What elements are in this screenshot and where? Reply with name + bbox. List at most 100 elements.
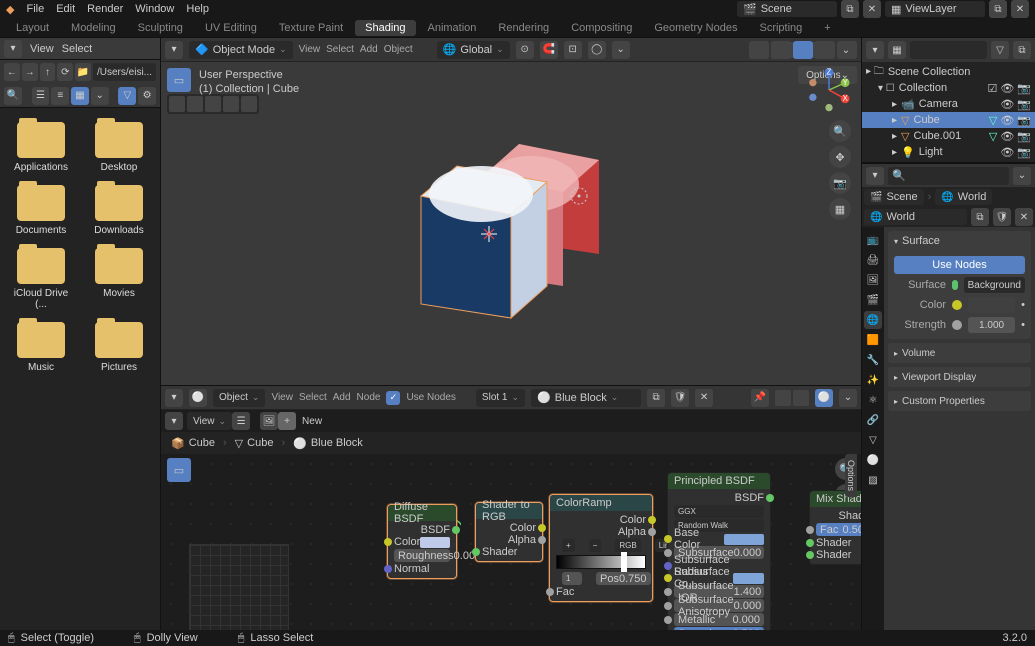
sel-mode-5-icon[interactable]: [241, 96, 257, 112]
ne-editor-type-icon[interactable]: ▾: [165, 389, 183, 407]
prop-tab-data-icon[interactable]: ▽: [864, 431, 882, 449]
outliner-item[interactable]: ▸ ▽ Cube▽👁📷: [862, 112, 1035, 128]
material-slot-icon[interactable]: ▽: [989, 130, 997, 143]
ne-new-label[interactable]: New: [296, 416, 328, 427]
snap-icon[interactable]: 🧲: [540, 41, 558, 59]
vp-zoom-icon[interactable]: 🔍: [829, 120, 851, 142]
strength-link-icon[interactable]: •: [1021, 319, 1025, 331]
filter-icon[interactable]: ▽: [118, 87, 136, 105]
prop-tab-constraint-icon[interactable]: 🔗: [864, 411, 882, 429]
prop-tab-world-icon[interactable]: 🌐: [864, 311, 882, 329]
outliner-item[interactable]: ▸ 📹 Camera👁📷: [862, 96, 1035, 112]
nav-gizmo-icon[interactable]: Z Y X: [807, 68, 851, 112]
surface-shader-select[interactable]: Background: [964, 277, 1025, 293]
prop-tab-viewlayer-icon[interactable]: 🖼: [864, 271, 882, 289]
panel-custom-properties[interactable]: Custom Properties: [888, 391, 1031, 411]
menu-window[interactable]: Window: [135, 3, 174, 15]
bc-data[interactable]: ▽ Cube: [235, 437, 274, 450]
shader-node-editor[interactable]: ▾ ⚪ Object View Select Add Node ✓ Use No…: [161, 386, 861, 630]
filter-settings-icon[interactable]: ⚙: [138, 87, 156, 105]
color-link-icon[interactable]: •: [1021, 299, 1025, 311]
prop-tab-output-icon[interactable]: 🖨: [864, 251, 882, 269]
vp-editor-type-icon[interactable]: ▾: [165, 41, 183, 59]
ol-display-mode-icon[interactable]: ▦: [888, 41, 906, 59]
prop-tab-modifier-icon[interactable]: 🔧: [864, 351, 882, 369]
prop-options-icon[interactable]: ⌄: [1013, 167, 1031, 185]
panel-viewport-display[interactable]: Viewport Display: [888, 367, 1031, 387]
node-header[interactable]: Principled BSDF: [668, 473, 770, 489]
folder-item[interactable]: iCloud Drive (...: [4, 244, 78, 314]
tab-sculpting[interactable]: Sculpting: [128, 20, 193, 36]
mat-unlink-icon[interactable]: ✕: [695, 389, 713, 407]
shading-render-icon[interactable]: [815, 41, 835, 59]
folder-item[interactable]: Applications: [4, 118, 78, 177]
scene-selector[interactable]: 🎬Scene: [737, 1, 837, 17]
shading-wire-icon[interactable]: [749, 41, 769, 59]
fb-menu-select[interactable]: Select: [62, 43, 93, 55]
item-hide-icon[interactable]: 👁: [1000, 114, 1014, 127]
vp-move-icon[interactable]: ✥: [829, 146, 851, 168]
node-value-field[interactable]: Specular0.500: [674, 627, 764, 630]
tab-add-icon[interactable]: +: [814, 20, 840, 36]
tab-layout[interactable]: Layout: [6, 20, 59, 36]
viewlayer-new-icon[interactable]: ⧉: [989, 0, 1007, 18]
material-slot-icon[interactable]: ▽: [989, 114, 997, 127]
node-shader-to-rgb[interactable]: Shader to RGB Color Alpha Shader: [475, 502, 543, 562]
use-nodes-checkbox[interactable]: ✓: [386, 391, 400, 405]
data-type-selector[interactable]: Object: [213, 389, 265, 407]
prop-editor-type-icon[interactable]: ▾: [866, 167, 884, 185]
prop-tab-material-icon[interactable]: ⚪: [864, 451, 882, 469]
outliner-search-input[interactable]: [910, 41, 987, 59]
sel-mode-4-icon[interactable]: [223, 96, 239, 112]
world-browse-icon[interactable]: ⧉: [971, 208, 989, 226]
menu-edit[interactable]: Edit: [56, 3, 75, 15]
nav-up-icon[interactable]: ↑: [40, 63, 56, 81]
sel-mode-1-icon[interactable]: [169, 96, 185, 112]
tab-rendering[interactable]: Rendering: [488, 20, 559, 36]
ol-editor-type-icon[interactable]: ▾: [866, 41, 884, 59]
item-render-icon[interactable]: 📷: [1017, 146, 1031, 159]
nav-refresh-icon[interactable]: ⟳: [57, 63, 73, 81]
outliner-scene-collection[interactable]: ▸ 🗀 Scene Collection: [862, 64, 1035, 80]
outliner-collection[interactable]: ▾ ☐ Collection ☑👁📷: [862, 80, 1035, 96]
tab-texture-paint[interactable]: Texture Paint: [269, 20, 353, 36]
display-thumb-icon[interactable]: ▦: [71, 87, 89, 105]
tab-modeling[interactable]: Modeling: [61, 20, 126, 36]
shading-solid-icon[interactable]: [771, 41, 791, 59]
prop-tab-physics-icon[interactable]: ⚛: [864, 391, 882, 409]
colorramp-gradient[interactable]: [556, 555, 646, 569]
mat-browse-icon[interactable]: ⧉: [647, 389, 665, 407]
world-color-swatch[interactable]: [968, 297, 1015, 313]
orientation-selector[interactable]: 🌐Global: [437, 41, 510, 59]
node-header[interactable]: Shader to RGB: [476, 503, 542, 519]
node-header[interactable]: Diffuse BSDF: [388, 505, 456, 521]
vp-menu-object[interactable]: Object: [384, 44, 413, 55]
tab-compositing[interactable]: Compositing: [561, 20, 642, 36]
outliner-item[interactable]: ▸ 💡 Light👁📷: [862, 144, 1035, 160]
node-header[interactable]: ColorRamp: [550, 495, 652, 511]
use-nodes-button[interactable]: Use Nodes: [894, 256, 1025, 274]
folder-item[interactable]: Movies: [82, 244, 156, 314]
pivot-icon[interactable]: ⊙: [516, 41, 534, 59]
bc-material[interactable]: ⚪ Blue Block: [293, 437, 363, 450]
ne-snap-tgt-icon[interactable]: [793, 390, 809, 406]
nav-back-icon[interactable]: ←: [4, 63, 20, 81]
ol-new-collection-icon[interactable]: ⧉: [1013, 41, 1031, 59]
folder-item[interactable]: Desktop: [82, 118, 156, 177]
shading-material-icon[interactable]: [793, 41, 813, 59]
world-selector[interactable]: 🌐 World: [864, 209, 967, 225]
material-selector[interactable]: ⚪Blue Block: [531, 389, 641, 407]
prop-tab-object-icon[interactable]: 🟧: [864, 331, 882, 349]
folder-item[interactable]: Pictures: [82, 318, 156, 377]
prop-tab-particles-icon[interactable]: ✨: [864, 371, 882, 389]
vp-menu-select[interactable]: Select: [326, 44, 354, 55]
fb-menu-view[interactable]: View: [30, 43, 54, 55]
path-input[interactable]: /Users/eisi...: [93, 63, 156, 81]
properties-search-input[interactable]: 🔍: [888, 167, 1009, 185]
item-hide-icon[interactable]: 👁: [1000, 146, 1014, 159]
item-render-icon[interactable]: 📷: [1017, 114, 1031, 127]
prop-tab-texture-icon[interactable]: ▨: [864, 471, 882, 489]
ne-menu-view[interactable]: View: [271, 392, 293, 403]
viewlayer-delete-icon[interactable]: ✕: [1011, 0, 1029, 18]
slot-selector[interactable]: Slot 1: [476, 389, 525, 407]
